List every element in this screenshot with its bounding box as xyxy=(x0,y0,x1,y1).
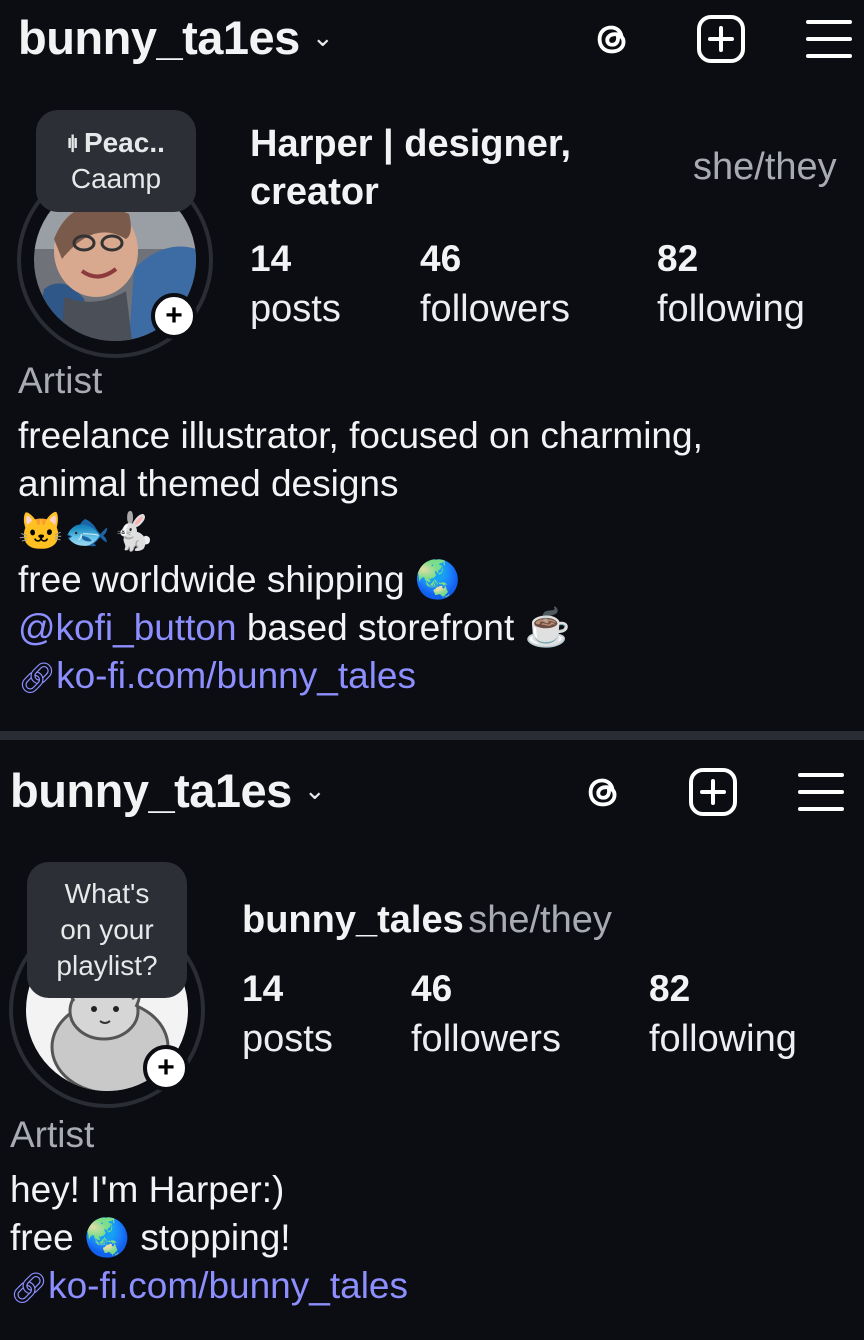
category-label: Artist xyxy=(10,1114,95,1155)
pronouns: she/they xyxy=(468,899,612,941)
display-name: bunny_tales xyxy=(242,899,464,941)
stat-label: posts xyxy=(250,288,341,330)
stat-label: following xyxy=(649,1018,797,1060)
stat-posts[interactable]: 14 posts xyxy=(250,238,341,331)
stat-followers[interactable]: 46 followers xyxy=(411,968,561,1061)
note-line: What's xyxy=(64,878,150,909)
link-icon: 🔗︎ xyxy=(18,662,57,695)
bio-line: free worldwide shipping 🌏 xyxy=(18,559,462,600)
note-bubble[interactable]: ı|ı Peac.. Caamp xyxy=(36,110,196,212)
chevron-down-icon: ⌄ xyxy=(311,22,334,52)
bio-emoji-line: 🐱🐟🐇 xyxy=(18,511,157,552)
stat-value: 14 xyxy=(242,968,284,1009)
stat-value: 82 xyxy=(649,968,691,1009)
bio-line: free 🌏 stopping! xyxy=(10,1217,291,1258)
bio: freelance illustrator, focused on charmi… xyxy=(18,412,703,703)
threads-icon[interactable] xyxy=(577,765,631,819)
bio-line: freelance illustrator, focused on charmi… xyxy=(18,415,703,456)
bio-line-text: based storefront ☕ xyxy=(236,607,571,648)
bio-line: @kofi_button based storefront ☕ xyxy=(18,604,703,652)
note-song-title: Peac.. xyxy=(83,127,165,158)
profile-link[interactable]: 🔗︎ko-fi.com/bunny_tales xyxy=(10,1262,408,1313)
stat-label: followers xyxy=(411,1018,561,1060)
display-name: Harper | designer, creator xyxy=(250,120,571,216)
note-line-1: ı|ı Peac.. xyxy=(36,124,196,161)
stat-value: 46 xyxy=(411,968,453,1009)
note-artist: Caamp xyxy=(70,163,162,194)
link-icon: 🔗︎ xyxy=(10,1272,49,1305)
bio-line: animal themed designs xyxy=(18,463,399,504)
stat-posts[interactable]: 14 posts xyxy=(242,968,333,1061)
profile-link-url: ko-fi.com/bunny_tales xyxy=(56,655,416,696)
stat-label: followers xyxy=(420,288,570,330)
stat-following[interactable]: 82 following xyxy=(657,238,805,331)
add-story-plus-icon[interactable]: + xyxy=(143,1045,189,1091)
username: bunny_ta1es xyxy=(18,11,300,64)
threads-icon[interactable] xyxy=(586,12,640,66)
divider xyxy=(0,731,864,740)
note-bubble[interactable]: What's on your playlist? xyxy=(27,862,187,998)
hamburger-menu-icon[interactable] xyxy=(802,12,856,66)
display-name-line-2: creator xyxy=(250,171,379,213)
note-line: on your xyxy=(60,914,154,945)
add-story-plus-icon[interactable]: + xyxy=(151,293,197,339)
plus-square-icon[interactable] xyxy=(694,12,748,66)
hamburger-menu-icon[interactable] xyxy=(794,765,848,819)
username: bunny_ta1es xyxy=(10,764,292,817)
bio-line: hey! I'm Harper:) xyxy=(10,1169,285,1210)
chevron-down-icon: ⌄ xyxy=(303,775,326,805)
display-name-line-1: Harper | designer, xyxy=(250,123,572,165)
bio: hey! I'm Harper:) free 🌏 stopping! 🔗︎ko-… xyxy=(10,1166,408,1313)
note-line: playlist? xyxy=(56,950,158,981)
username-switcher[interactable]: bunny_ta1es ⌄ xyxy=(10,763,326,818)
stat-label: following xyxy=(657,288,805,330)
stat-value: 82 xyxy=(657,238,699,279)
stat-following[interactable]: 82 following xyxy=(649,968,797,1061)
mention-link[interactable]: @kofi_button xyxy=(18,607,237,648)
stat-followers[interactable]: 46 followers xyxy=(420,238,570,331)
username-switcher[interactable]: bunny_ta1es ⌄ xyxy=(18,10,334,65)
stat-label: posts xyxy=(242,1018,333,1060)
stat-value: 46 xyxy=(420,238,462,279)
audio-bars-icon: ı|ı xyxy=(67,132,78,152)
pronouns: she/they xyxy=(693,146,837,188)
category-label: Artist xyxy=(18,360,103,401)
plus-square-icon[interactable] xyxy=(686,765,740,819)
profile-link-url: ko-fi.com/bunny_tales xyxy=(48,1265,408,1306)
profile-link[interactable]: 🔗︎ko-fi.com/bunny_tales xyxy=(18,652,703,703)
display-name-row: bunny_tales she/they xyxy=(242,896,612,944)
stat-value: 14 xyxy=(250,238,292,279)
